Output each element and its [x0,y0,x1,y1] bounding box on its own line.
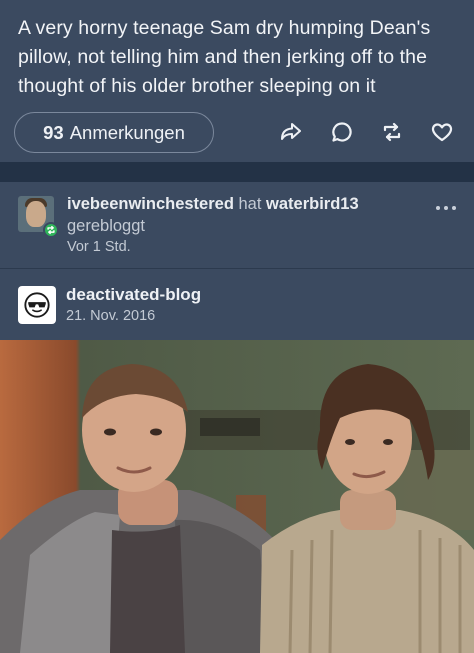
reblog-badge-icon [43,222,59,238]
notes-count: 93 [43,121,64,143]
notes-label: Anmerkungen [69,121,185,143]
card-divider [0,268,474,269]
post-photo [0,340,474,653]
reblog-source-username[interactable]: waterbird13 [266,195,359,213]
notes-button[interactable]: 93 Anmerkungen [14,112,214,153]
share-icon[interactable] [277,118,305,146]
reblog-header: ivebeenwinchestered hat waterbird13 [67,195,359,214]
reblog-hat: hat [238,195,262,213]
blog-avatar[interactable] [18,286,56,324]
reblog-action: gerebloggt [67,217,145,235]
sunglasses-face-icon [24,292,50,318]
post-separator [0,162,474,182]
original-post-date: 21. Nov. 2016 [66,308,156,324]
reblog-icon[interactable] [378,118,406,146]
reblog-timestamp: Vor 1 Std. [67,239,131,255]
more-dots-icon[interactable] [434,200,458,216]
post-card: A very horny teenage Sam dry humping Dea… [0,0,474,162]
original-blog-name[interactable]: deactivated-blog [66,285,201,305]
post-text: A very horny teenage Sam dry humping Dea… [18,17,431,97]
reply-icon[interactable] [328,118,356,146]
like-icon[interactable] [428,118,456,146]
reblogger-username[interactable]: ivebeenwinchestered [67,195,234,213]
